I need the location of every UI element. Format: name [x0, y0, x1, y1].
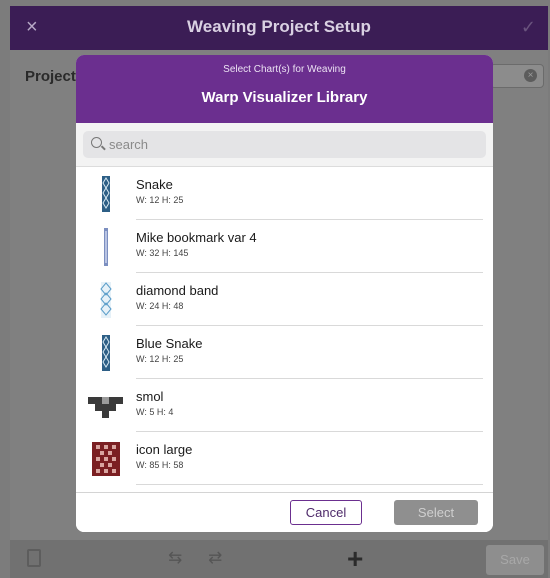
project-name-field[interactable]: ×: [490, 64, 544, 88]
icon-large-thumbnail: [92, 442, 120, 476]
chart-name: Mike bookmark var 4: [136, 230, 257, 245]
bookmark-thumbnail: [104, 228, 108, 266]
chart-name: diamond band: [136, 283, 219, 298]
search-placeholder: search: [109, 137, 149, 152]
modal-title: Warp Visualizer Library: [201, 89, 368, 106]
chart-picker-modal: Select Chart(s) for Weaving Warp Visuali…: [76, 55, 493, 532]
chart-list[interactable]: Snake W: 12 H: 25 Mike bookmark var 4 W:…: [76, 166, 493, 492]
chart-name: Blue Snake: [136, 336, 203, 351]
search-bar: search: [76, 123, 493, 166]
clear-icon[interactable]: ×: [524, 69, 537, 82]
chart-dimensions: W: 12 H: 25: [136, 195, 184, 205]
list-item[interactable]: [76, 485, 493, 492]
list-item[interactable]: Mike bookmark var 4 W: 32 H: 145: [76, 220, 493, 273]
chart-dimensions: W: 32 H: 145: [136, 248, 189, 258]
save-button[interactable]: Save: [486, 545, 544, 575]
app-header: × Weaving Project Setup ✓: [10, 6, 548, 50]
chart-dimensions: W: 12 H: 25: [136, 354, 184, 364]
project-label: Project: [25, 68, 76, 85]
diamond-thumbnail: [100, 282, 112, 318]
cancel-button[interactable]: Cancel: [290, 500, 362, 525]
trash-icon[interactable]: [27, 549, 41, 567]
chart-name: smol: [136, 389, 164, 404]
chart-dimensions: W: 5 H: 4: [136, 407, 174, 417]
search-icon: [91, 137, 102, 148]
snake-thumbnail: [102, 335, 110, 371]
confirm-icon[interactable]: ✓: [521, 17, 536, 38]
list-item[interactable]: icon large W: 85 H: 58: [76, 432, 493, 485]
list-item[interactable]: Snake W: 12 H: 25: [76, 167, 493, 220]
redo-icon[interactable]: ⇄: [208, 548, 222, 568]
list-item[interactable]: Blue Snake W: 12 H: 25: [76, 326, 493, 379]
page-title: Weaving Project Setup: [187, 17, 371, 36]
modal-header: Select Chart(s) for Weaving Warp Visuali…: [76, 55, 493, 123]
list-item[interactable]: smol W: 5 H: 4: [76, 379, 493, 432]
undo-icon[interactable]: ⇆: [168, 548, 182, 568]
smol-thumbnail: [88, 397, 123, 418]
modal-subtitle: Select Chart(s) for Weaving: [223, 64, 346, 75]
add-icon[interactable]: +: [347, 543, 363, 575]
list-item[interactable]: diamond band W: 24 H: 48: [76, 273, 493, 326]
select-button[interactable]: Select: [394, 500, 478, 525]
search-input[interactable]: search: [83, 131, 486, 158]
chart-dimensions: W: 85 H: 58: [136, 460, 184, 470]
bottom-toolbar: ⇆ ⇄ + Save: [10, 540, 548, 578]
chart-name: icon large: [136, 442, 193, 457]
chart-name: Snake: [136, 177, 173, 192]
chart-dimensions: W: 24 H: 48: [136, 301, 184, 311]
modal-footer: Cancel Select: [76, 492, 493, 532]
snake-thumbnail: [102, 176, 110, 212]
